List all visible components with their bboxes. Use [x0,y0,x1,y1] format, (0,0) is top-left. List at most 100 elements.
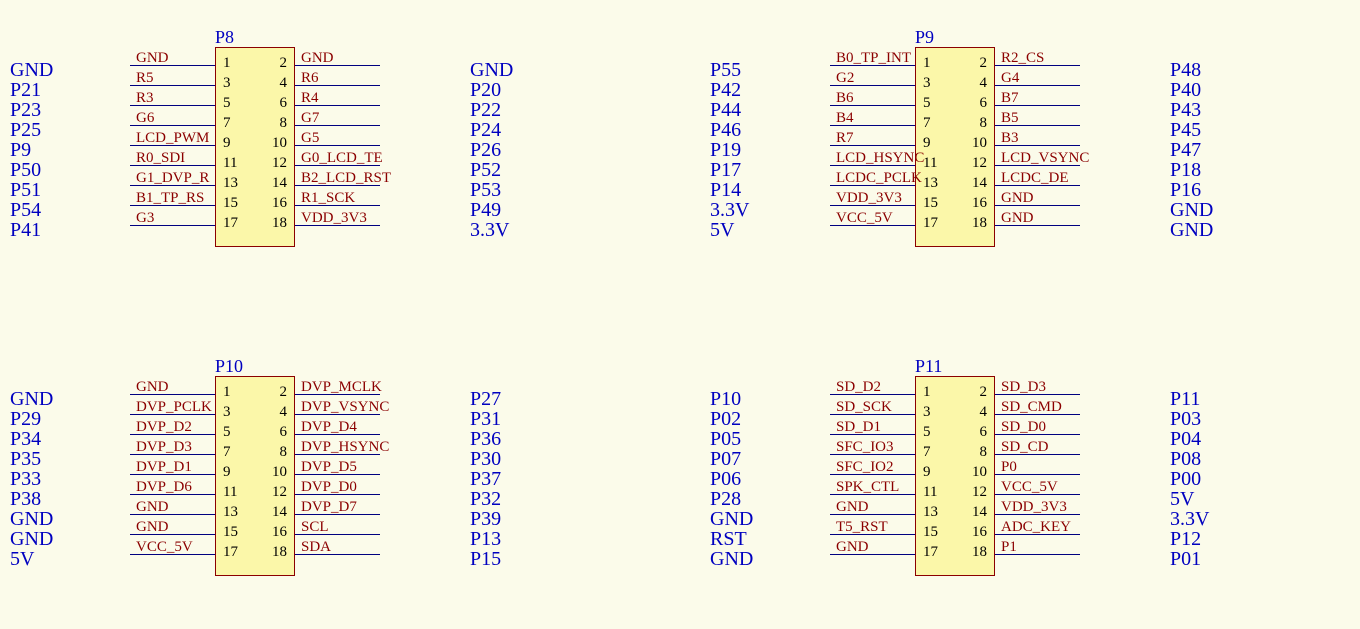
pin-number-left: 3 [923,73,931,93]
wire-right: VCC_5V5V [995,494,1080,495]
pin-number-right: 18 [972,213,987,233]
pin-number-left: 17 [223,542,238,562]
pin-row: 34R5P21R6P20 [215,73,295,93]
net-label-left: B1_TP_RS [136,188,204,208]
wire-right: DVP_D5P37 [295,474,380,475]
net-label-left: LCD_PWM [136,128,209,148]
wire-left: R3P23 [130,105,215,106]
net-label-right: GND [301,48,334,68]
pin-row: 12B0_TP_INTP55R2_CSP48 [915,53,995,73]
wire-left: LCD_HSYNCP17 [830,165,915,166]
net-label-left: R7 [836,128,854,148]
net-label-right: SDA [301,537,331,557]
pin-row: 910LCD_PWMP9G5P26 [215,133,295,153]
port-label-left: P50 [10,160,120,180]
port-label-right: P53 [470,180,501,200]
port-label-right: P52 [470,160,501,180]
wire-left: DVP_D2P34 [130,434,215,435]
port-label-right: P45 [1170,120,1201,140]
port-label-left: GND [10,529,120,549]
port-label-right: P49 [470,200,501,220]
pin-number-left: 13 [223,502,238,522]
port-label-left: P17 [710,160,820,180]
pin-row: 12GNDGNDGNDGND [215,53,295,73]
wire-left: SD_D1P05 [830,434,915,435]
pin-row: 1718G3P41VDD_3V33.3V [215,213,295,233]
pin-number-left: 17 [223,213,238,233]
port-label-left: P41 [10,220,120,240]
port-label-left: 5V [710,220,820,240]
pin-row: 1112DVP_D6P38DVP_D0P32 [215,482,295,502]
pin-number-left: 11 [923,153,937,173]
pin-number-left: 3 [223,73,231,93]
port-label-left: P9 [10,140,120,160]
pin-row: 1516GNDGNDSCLP13 [215,522,295,542]
pin-number-right: 10 [272,462,287,482]
schematic-sheet: P812GNDGNDGNDGND34R5P21R6P2056R3P23R4P22… [0,0,1360,629]
port-label-left: P14 [710,180,820,200]
net-label-right: B7 [1001,88,1019,108]
net-label-left: B4 [836,108,854,128]
pin-number-right: 2 [980,382,988,402]
pin-number-left: 11 [923,482,937,502]
wire-left: G1_DVP_RP51 [130,185,215,186]
wire-left: GNDGND [830,554,915,555]
pin-number-left: 15 [923,522,938,542]
wire-right: DVP_D7P39 [295,514,380,515]
pin-number-right: 4 [280,73,288,93]
wire-right: B7P43 [995,105,1080,106]
net-label-right: SCL [301,517,329,537]
wire-right: DVP_MCLKP27 [295,394,380,395]
port-label-right: P31 [470,409,501,429]
wire-right: SD_CDP08 [995,454,1080,455]
pin-number-right: 18 [272,542,287,562]
pin-row: 56B6P44B7P43 [915,93,995,113]
net-label-left: SD_D2 [836,377,881,397]
pin-row: 1112LCD_HSYNCP17LCD_VSYNCP18 [915,153,995,173]
net-label-right: P1 [1001,537,1017,557]
pin-number-right: 6 [980,93,988,113]
port-label-right: 3.3V [1170,509,1209,529]
wire-left: SPK_CTLP28 [830,494,915,495]
net-label-right: B2_LCD_RST [301,168,391,188]
pin-row: 1718GNDGND P1P01 [915,542,995,562]
net-label-left: G3 [136,208,154,228]
net-label-left: R3 [136,88,154,108]
pin-row: 34SD_SCKP02SD_CMDP03 [915,402,995,422]
port-label-left: P55 [710,60,820,80]
pin-number-left: 11 [223,153,237,173]
pin-row: 78SFC_IO3P07SD_CDP08 [915,442,995,462]
net-label-left: SD_D1 [836,417,881,437]
wire-right: G5P26 [295,145,380,146]
pin-row: 1718VCC_5V5VGNDGND [915,213,995,233]
wire-left: R7P19 [830,145,915,146]
pin-number-left: 17 [923,542,938,562]
pin-row: 1718VCC_5V5VSDAP15 [215,542,295,562]
pin-number-left: 9 [223,462,231,482]
pin-number-right: 2 [280,53,288,73]
port-label-right: P00 [1170,469,1201,489]
pin-number-left: 5 [923,93,931,113]
pin-row: 910R7P19B3P47 [915,133,995,153]
port-label-right: P15 [470,549,501,569]
pin-number-right: 10 [272,133,287,153]
wire-right: G7P24 [295,125,380,126]
port-label-left: P25 [10,120,120,140]
pin-row: 12SD_D2P10SD_D3P11 [915,382,995,402]
wire-left: SD_D2P10 [830,394,915,395]
port-label-right: P36 [470,429,501,449]
port-label-right: 5V [1170,489,1194,509]
net-label-left: G6 [136,108,154,128]
port-label-left: 5V [10,549,120,569]
pin-number-left: 3 [923,402,931,422]
pin-row: 1516T5_RSTRSTADC_KEYP12 [915,522,995,542]
wire-right: B3P47 [995,145,1080,146]
pin-number-right: 2 [980,53,988,73]
wire-right: GNDGND [995,225,1080,226]
wire-right: LCD_VSYNCP18 [995,165,1080,166]
port-label-right: P03 [1170,409,1201,429]
wire-left: DVP_PCLKP29 [130,414,215,415]
net-label-left: SFC_IO2 [836,457,894,477]
wire-left: VCC_5V5V [830,225,915,226]
connector-ref: P8 [215,27,234,48]
